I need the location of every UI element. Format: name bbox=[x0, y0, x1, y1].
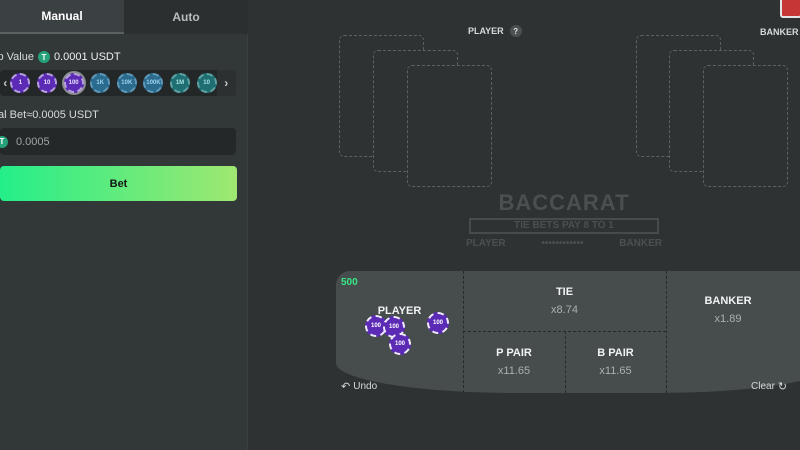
chip-value-label-text: ip Value bbox=[0, 51, 34, 63]
placed-chip: 100 bbox=[427, 312, 449, 334]
placed-chip: 100 bbox=[389, 333, 411, 355]
help-icon[interactable]: ? bbox=[509, 25, 522, 37]
chip-10[interactable]: 10 bbox=[37, 73, 58, 93]
total-bet-approx: ≈0.0005 USDT bbox=[26, 109, 99, 121]
player-hand-label: PLAYER ? bbox=[468, 25, 522, 37]
baccarat-watermark: BACCARAT TIE BETS PAY 8 TO 1 PLAYER ••••… bbox=[454, 190, 674, 270]
chevron-right-icon[interactable]: › bbox=[216, 70, 236, 96]
banker-zone-odds: x1.89 bbox=[714, 313, 742, 325]
total-bet-input[interactable]: T 0.0005 bbox=[0, 128, 236, 155]
clear-icon: ↻ bbox=[777, 381, 788, 393]
player-pair-label: P PAIR bbox=[496, 347, 532, 359]
chip-value-label: ip Value T 0.0001 USDT bbox=[0, 51, 121, 63]
watermark-line: PLAYER •••••••••••• BANKER bbox=[454, 238, 674, 249]
chip-100k[interactable]: 100K bbox=[143, 73, 164, 93]
tab-auto[interactable]: Auto bbox=[124, 0, 248, 34]
clear-label: Clear bbox=[751, 381, 775, 392]
banker-card-slot-3 bbox=[703, 65, 788, 187]
usdt-icon: T bbox=[0, 135, 8, 148]
chip-100[interactable]: 100 bbox=[63, 73, 84, 93]
total-bet-label-text: tal Bet bbox=[0, 109, 27, 121]
banker-bet-zone[interactable]: BANKER x1.89 bbox=[666, 271, 790, 393]
mode-tabs: Manual Auto bbox=[0, 0, 248, 34]
player-pair-odds: x11.65 bbox=[497, 365, 531, 377]
chip-10m[interactable]: 10 bbox=[196, 73, 217, 93]
total-bet-input-value: 0.0005 bbox=[16, 135, 50, 148]
banker-pair-label: B PAIR bbox=[597, 347, 634, 359]
clear-button[interactable]: Clear ↻ bbox=[751, 380, 790, 393]
bet-control-panel: Manual Auto ip Value T 0.0001 USDT ‹ 1 1… bbox=[0, 0, 248, 450]
watermark-title: BACCARAT bbox=[498, 190, 630, 215]
watermark-ribbon: TIE BETS PAY 8 TO 1 bbox=[469, 218, 659, 234]
card-deck-icon bbox=[780, 0, 800, 18]
player-pair-bet-zone[interactable]: P PAIR x11.65 bbox=[463, 331, 565, 393]
chip-value-amount: 0.0001 USDT bbox=[53, 51, 121, 63]
betting-table: 500 PLAYER 100 100 100 100 TIE x8.74 P P… bbox=[336, 271, 800, 393]
banker-zone-label: BANKER bbox=[704, 295, 752, 307]
tie-zone-label: TIE bbox=[555, 286, 574, 298]
banker-pair-odds: x11.65 bbox=[599, 365, 632, 377]
watermark-dots: •••••••••••• bbox=[541, 238, 584, 249]
undo-icon: ↶ bbox=[341, 381, 351, 393]
tie-zone-odds: x8.74 bbox=[551, 304, 578, 316]
usdt-icon: T bbox=[37, 51, 50, 63]
tab-manual[interactable]: Manual bbox=[0, 0, 124, 34]
chip-1m[interactable]: 1M bbox=[170, 73, 190, 93]
player-zone-label: PLAYER bbox=[377, 305, 422, 317]
total-bet-label: tal Bet ≈0.0005 USDT bbox=[0, 109, 99, 121]
undo-label: Undo bbox=[353, 381, 378, 392]
chip-selector: ‹ 1 10 100 1K 10K 100K 1M 10 › bbox=[0, 70, 236, 96]
watermark-player: PLAYER bbox=[466, 238, 506, 249]
banker-hand-label: BANKER bbox=[760, 27, 799, 37]
chip-1k[interactable]: 1K bbox=[90, 73, 111, 93]
watermark-banker: BANKER bbox=[619, 238, 662, 249]
game-area: PLAYER ? BANKER BACCARAT TIE BETS PAY 8 … bbox=[248, 0, 800, 450]
bet-button[interactable]: Bet bbox=[0, 166, 237, 201]
chip-10k[interactable]: 10K bbox=[116, 73, 137, 93]
chip-1[interactable]: 1 bbox=[10, 73, 31, 93]
banker-pair-bet-zone[interactable]: B PAIR x11.65 bbox=[565, 331, 666, 393]
chevron-left-icon[interactable]: ‹ bbox=[0, 70, 10, 96]
tie-bet-zone[interactable]: TIE x8.74 bbox=[463, 271, 666, 331]
player-card-slot-3 bbox=[407, 65, 492, 187]
app-root: Manual Auto ip Value T 0.0001 USDT ‹ 1 1… bbox=[0, 0, 800, 450]
undo-button[interactable]: ↶ Undo bbox=[338, 380, 377, 393]
player-hand-label-text: PLAYER bbox=[468, 26, 504, 36]
